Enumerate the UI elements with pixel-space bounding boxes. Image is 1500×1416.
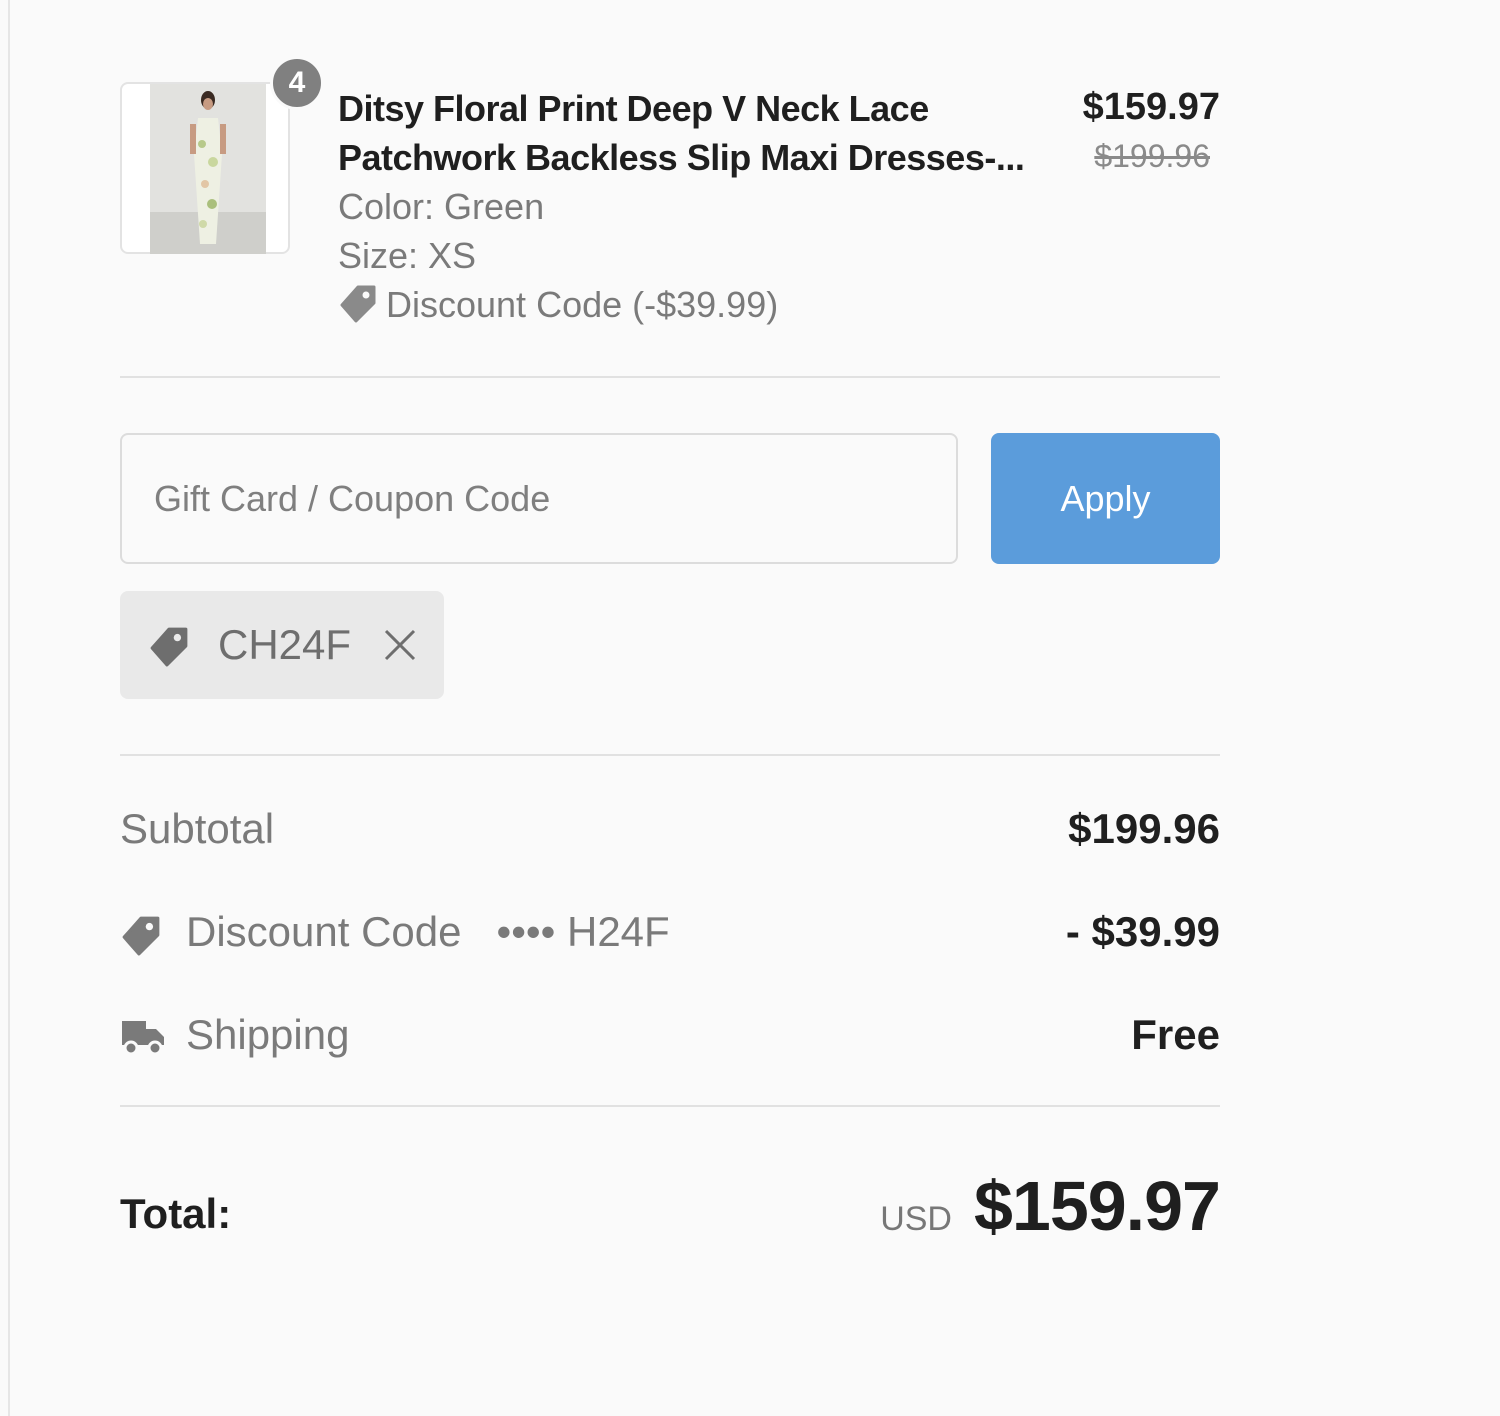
product-original-price: $199.96 [1094, 138, 1210, 174]
product-title-line2: Patchwork Backless Slip Maxi Dresses-... [338, 137, 1025, 178]
product-title-line1: Ditsy Floral Print Deep V Neck Lace [338, 88, 929, 129]
line-item: 4 Ditsy Floral Print Deep V Neck Lace Pa… [120, 56, 1220, 335]
currency-code: USD [880, 1200, 952, 1238]
product-discount-label: Discount Code (-$39.99) [386, 284, 779, 325]
panel-left-border [8, 0, 10, 1416]
divider [120, 1105, 1220, 1107]
applied-coupon-code: CH24F [218, 621, 352, 668]
discount-label: Discount Code •••• H24F [186, 902, 670, 962]
product-image [150, 84, 266, 254]
shipping-value: Free [1131, 1011, 1220, 1058]
tag-icon [148, 625, 190, 672]
total-label: Total: [120, 1190, 232, 1237]
remove-coupon-close-icon[interactable] [382, 627, 418, 663]
tag-icon [120, 914, 162, 961]
product-discount: Discount Code (-$39.99) [338, 280, 778, 335]
subtotal-value: $199.96 [1068, 805, 1220, 852]
truck-icon [120, 1017, 166, 1062]
applied-coupon-chip: CH24F [120, 591, 444, 699]
discount-row: Discount Code •••• H24F - $39.99 [120, 902, 1220, 962]
product-size: Size: XS [338, 235, 477, 276]
product-title[interactable]: Ditsy Floral Print Deep V Neck Lace Patc… [338, 84, 1038, 182]
total-value: $159.97 [973, 1167, 1221, 1245]
shipping-row: Shipping Free [120, 1005, 1220, 1065]
coupon-code-input[interactable] [120, 433, 958, 564]
subtotal-label: Subtotal [120, 805, 275, 852]
product-price: $159.97 [1082, 86, 1220, 128]
product-thumbnail[interactable]: 4 [120, 56, 324, 254]
product-color: Color: Green [338, 186, 545, 227]
divider [120, 754, 1220, 756]
discount-label-text: Discount Code [186, 908, 462, 955]
shipping-label: Shipping [186, 1011, 350, 1058]
tag-icon [338, 283, 378, 335]
apply-button[interactable]: Apply [991, 433, 1220, 564]
quantity-badge: 4 [270, 56, 324, 110]
subtotal-row: Subtotal $199.96 [120, 799, 1220, 859]
divider [120, 376, 1220, 378]
discount-code-masked: •••• H24F [496, 908, 670, 955]
order-summary-panel: 4 Ditsy Floral Print Deep V Neck Lace Pa… [120, 0, 1221, 1416]
discount-value: - $39.99 [1065, 908, 1220, 955]
